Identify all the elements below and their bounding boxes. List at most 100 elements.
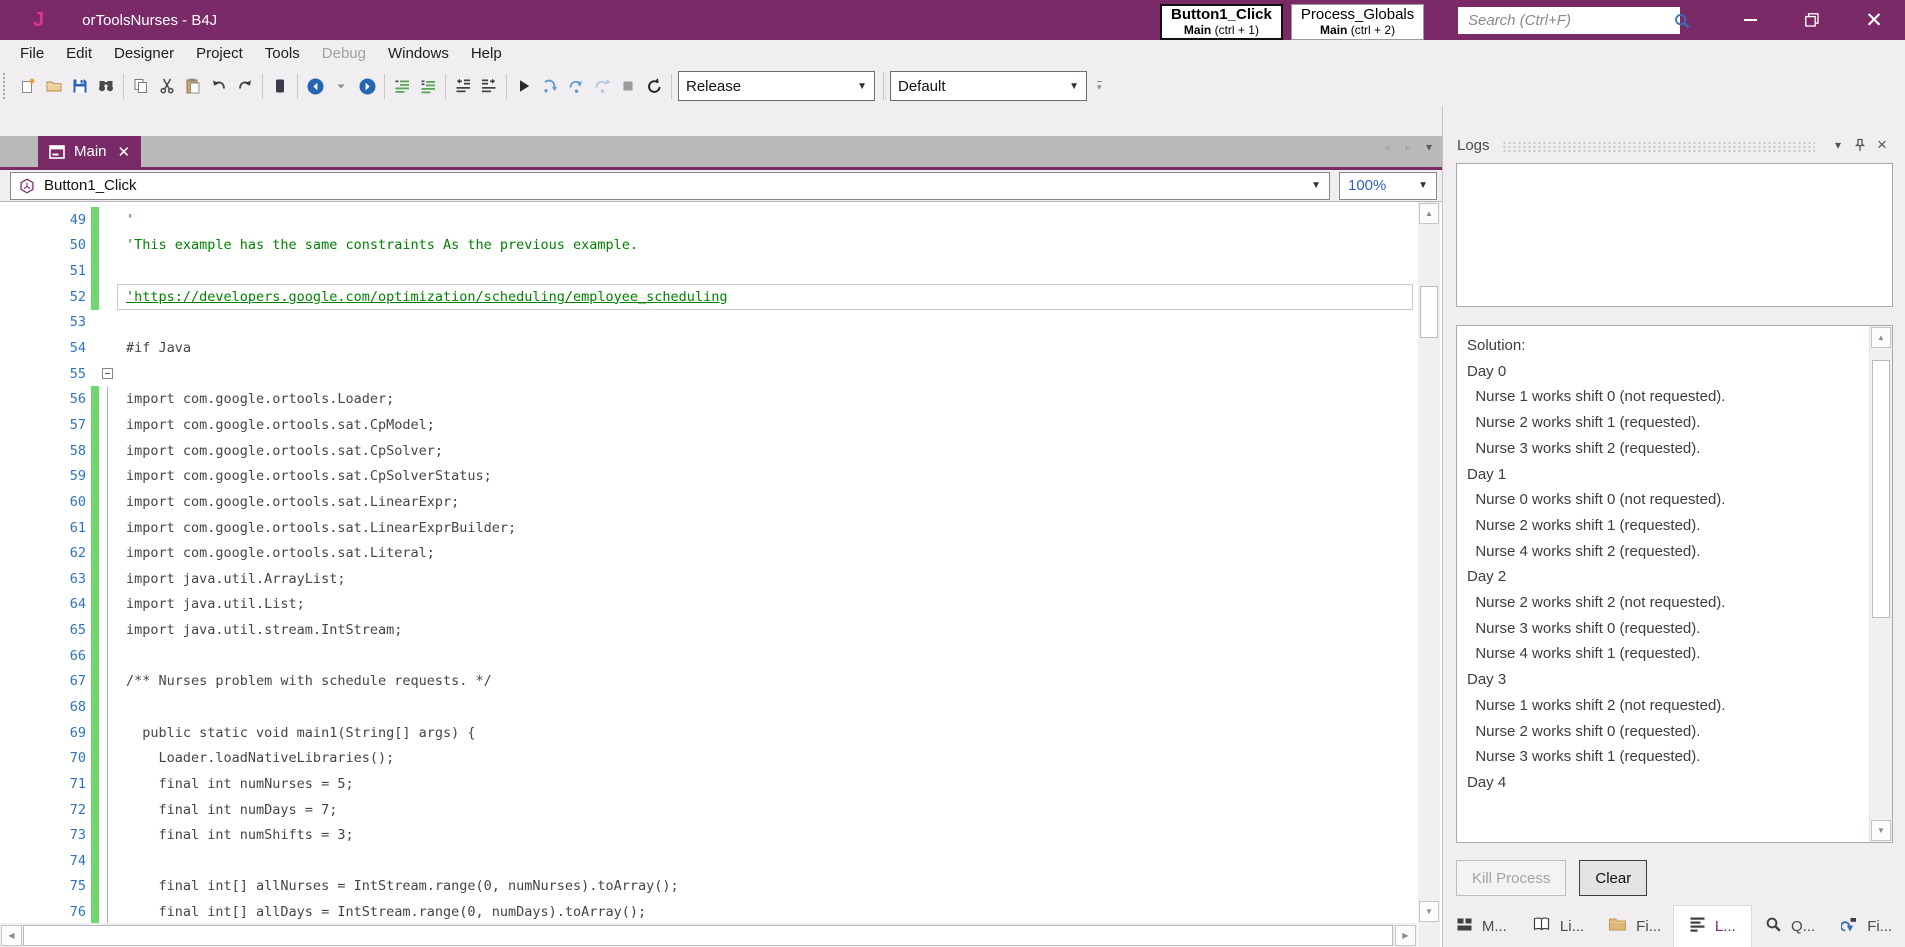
horizontal-scroll-thumb[interactable] — [23, 925, 1393, 946]
restore-button[interactable] — [1781, 0, 1843, 40]
cut-icon[interactable] — [154, 73, 180, 99]
line-number[interactable]: 53 — [0, 310, 91, 336]
build-configuration-select[interactable]: Release ▼ — [678, 71, 875, 101]
line-number[interactable]: 73 — [0, 822, 91, 848]
line-number[interactable]: 75 — [0, 874, 91, 900]
line-number[interactable]: 54 — [0, 335, 91, 361]
close-tab-icon[interactable]: ✕ — [118, 143, 131, 161]
sub-selector-combo[interactable]: Button1_Click ▼ — [10, 171, 1330, 200]
log-solution-box[interactable]: Solution: Day 0 Nurse 1 works shift 0 (no… — [1456, 325, 1893, 843]
step-into-icon[interactable] — [537, 73, 563, 99]
paste-icon[interactable] — [180, 73, 206, 99]
menu-designer[interactable]: Designer — [103, 43, 185, 64]
chevron-down-icon[interactable]: ▾ — [1827, 138, 1849, 152]
find-icon[interactable] — [93, 73, 119, 99]
scroll-right-icon[interactable]: ▶ — [1395, 925, 1416, 946]
line-number[interactable]: 51 — [0, 258, 91, 284]
toolbar-overflow-button[interactable]: ▾ — [1097, 80, 1102, 92]
kill-process-button[interactable]: Kill Process — [1456, 860, 1567, 896]
menu-help[interactable]: Help — [460, 43, 513, 64]
toolbar-grip-handle[interactable] — [3, 73, 15, 99]
fold-collapse-icon[interactable] — [99, 361, 117, 387]
line-number[interactable]: 69 — [0, 720, 91, 746]
menu-edit[interactable]: Edit — [55, 43, 103, 64]
comment-icon[interactable] — [389, 73, 415, 99]
back-menu-icon[interactable] — [328, 73, 354, 99]
close-panel-icon[interactable]: × — [1871, 135, 1893, 155]
redo-icon[interactable] — [232, 73, 258, 99]
clear-button[interactable]: Clear — [1579, 860, 1648, 896]
line-number[interactable]: 66 — [0, 643, 91, 669]
forward-icon[interactable] — [354, 73, 380, 99]
menu-file[interactable]: File — [9, 43, 55, 64]
line-number[interactable]: 64 — [0, 592, 91, 618]
tab-libraries[interactable]: Li... — [1520, 905, 1597, 947]
minimize-button[interactable] — [1719, 0, 1781, 40]
menu-project[interactable]: Project — [185, 43, 254, 64]
menu-debug[interactable]: Debug — [311, 43, 377, 64]
step-out-icon[interactable] — [589, 73, 615, 99]
line-number[interactable]: 70 — [0, 745, 91, 771]
line-number[interactable]: 56 — [0, 386, 91, 412]
log-output-box[interactable] — [1456, 163, 1893, 307]
line-number[interactable]: 63 — [0, 566, 91, 592]
line-number[interactable]: 60 — [0, 489, 91, 515]
editor-vertical-scrollbar[interactable]: ▲ ▼ — [1418, 202, 1440, 923]
line-number[interactable]: 76 — [0, 899, 91, 923]
line-number[interactable]: 68 — [0, 694, 91, 720]
undo-icon[interactable] — [206, 73, 232, 99]
indent-icon[interactable] — [476, 73, 502, 99]
search-icon[interactable] — [1673, 12, 1691, 30]
save-icon[interactable] — [67, 73, 93, 99]
tab-files[interactable]: Fi... — [1596, 905, 1673, 947]
new-module-icon[interactable] — [15, 73, 41, 99]
scroll-down-icon[interactable]: ▼ — [1419, 901, 1439, 922]
bookmark-icon[interactable] — [267, 73, 293, 99]
line-number[interactable]: 67 — [0, 669, 91, 695]
vertical-scroll-thumb[interactable] — [1420, 286, 1438, 338]
pin-icon[interactable] — [1849, 138, 1871, 152]
search-input[interactable] — [1458, 12, 1673, 29]
run-icon[interactable] — [511, 73, 537, 99]
step-over-icon[interactable] — [563, 73, 589, 99]
scroll-up-icon[interactable]: ▲ — [1871, 327, 1891, 348]
open-project-icon[interactable] — [41, 73, 67, 99]
back-icon[interactable] — [302, 73, 328, 99]
outdent-icon[interactable] — [450, 73, 476, 99]
menu-windows[interactable]: Windows — [377, 43, 460, 64]
vertical-scroll-thumb[interactable] — [1872, 360, 1890, 618]
scroll-up-icon[interactable]: ▲ — [1419, 203, 1439, 224]
line-number[interactable]: 57 — [0, 412, 91, 438]
tab-modules[interactable]: M... — [1443, 905, 1520, 947]
tab-find-references[interactable]: Fi... — [1828, 905, 1905, 947]
line-number[interactable]: 74 — [0, 848, 91, 874]
line-number[interactable]: 49 — [0, 207, 91, 233]
quick-tab-process_globals[interactable]: Process_Globals Main (ctrl + 2) — [1290, 4, 1425, 40]
line-number[interactable]: 55 — [0, 361, 91, 387]
tab-quick-search[interactable]: Q... — [1752, 905, 1829, 947]
logs-vertical-scrollbar[interactable]: ▲ ▼ — [1869, 326, 1892, 842]
line-number[interactable]: 61 — [0, 515, 91, 541]
close-button[interactable]: ✕ — [1843, 0, 1905, 40]
stop-icon[interactable] — [615, 73, 641, 99]
rebuild-icon[interactable] — [641, 73, 667, 99]
menu-tools[interactable]: Tools — [254, 43, 311, 64]
line-number[interactable]: 65 — [0, 617, 91, 643]
editor-horizontal-scrollbar[interactable]: ◀ ▶ — [0, 923, 1417, 947]
code-area[interactable]: 49 ' 50 'This example has the same constrai… — [0, 202, 1417, 923]
line-number[interactable]: 62 — [0, 540, 91, 566]
line-number[interactable]: 52 — [0, 284, 91, 310]
scroll-tabs-right-icon[interactable]: ▸ — [1405, 140, 1411, 154]
scroll-down-icon[interactable]: ▼ — [1871, 820, 1891, 841]
ui-configuration-select[interactable]: Default ▼ — [890, 71, 1087, 101]
line-number[interactable]: 71 — [0, 771, 91, 797]
line-number[interactable]: 59 — [0, 463, 91, 489]
tab-logs[interactable]: L... — [1673, 905, 1752, 947]
line-number[interactable]: 72 — [0, 797, 91, 823]
scroll-tabs-left-icon[interactable]: ◂ — [1384, 140, 1390, 154]
tab-main[interactable]: Main ✕ — [38, 136, 142, 167]
quick-tab-button1_click[interactable]: Button1_Click Main (ctrl + 1) — [1160, 4, 1283, 40]
panel-drag-handle[interactable] — [1501, 141, 1815, 153]
line-number[interactable]: 58 — [0, 438, 91, 464]
scroll-left-icon[interactable]: ◀ — [1, 925, 22, 946]
